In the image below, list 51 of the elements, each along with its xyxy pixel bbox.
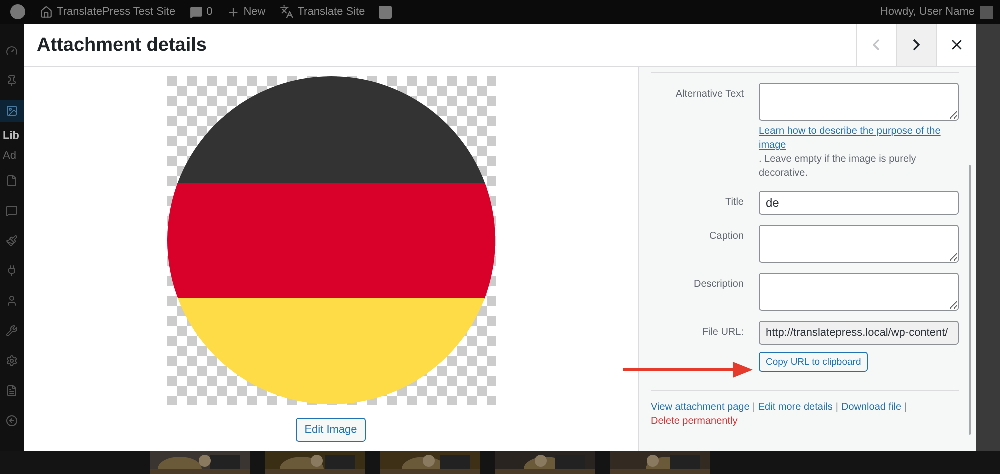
logo-icon[interactable] [10, 4, 26, 20]
text-area[interactable] [759, 273, 959, 311]
chevron-right-icon [913, 39, 920, 51]
plus-icon [226, 6, 240, 18]
action-link[interactable]: Edit more details [758, 401, 833, 415]
edit-image-button[interactable]: Edit Image [296, 418, 366, 442]
help-text: Learn how to describe the purpose of the image . Leave empty if the image is purely decorative. [759, 125, 959, 181]
brush-icon [6, 235, 18, 247]
field-label: Alternative Text [674, 88, 744, 102]
field-label: File URL: [701, 326, 744, 340]
collapse-icon [6, 415, 18, 427]
help-link[interactable]: Learn how to describe the purpose of the image [759, 125, 959, 153]
separator: | [904, 401, 908, 415]
admin-bar-link[interactable]: Translate Site [298, 6, 366, 18]
field-label: Title [724, 196, 744, 210]
copy-url-button[interactable]: Copy URL to clipboard [759, 352, 868, 372]
action-link[interactable]: Download file [841, 401, 902, 415]
menu-item[interactable]: Ad [0, 150, 16, 162]
chevron-left-icon [873, 39, 880, 51]
comment-icon [190, 6, 203, 18]
separator: | [752, 401, 756, 415]
delete-link[interactable]: Delete permanently [651, 415, 738, 429]
pin-icon [6, 75, 18, 87]
menu-item[interactable]: Lib [0, 130, 20, 142]
text-area[interactable] [759, 83, 959, 121]
document-icon [6, 385, 18, 397]
field-label: Caption [708, 230, 744, 244]
scrollbar[interactable] [969, 165, 971, 435]
admin-bar-link[interactable]: TranslatePress Test Site [57, 6, 176, 18]
plug-icon [6, 265, 18, 277]
translate-icon [280, 5, 294, 19]
dialog-title: Attachment details [36, 34, 208, 58]
wrench-icon [6, 325, 18, 337]
text-area[interactable] [759, 225, 959, 263]
user-icon [6, 295, 18, 307]
admin-bar-link[interactable]: New [244, 6, 266, 18]
home-icon [40, 6, 53, 18]
image-icon [6, 105, 18, 117]
avatar[interactable] [980, 6, 993, 18]
input-field[interactable]: de [759, 191, 959, 215]
sidebar-item[interactable] [0, 100, 24, 122]
gauge-icon [6, 45, 18, 57]
action-link[interactable]: View attachment page [651, 401, 750, 415]
comment-icon [6, 205, 18, 217]
page-icon [6, 175, 18, 187]
separator: | [836, 401, 838, 415]
field-label: Description [692, 278, 744, 292]
input-field[interactable]: http://translatepress.local/wp-content/ [759, 321, 959, 345]
greeting[interactable]: Howdy, User Name [880, 6, 975, 18]
settings-icon [6, 355, 18, 367]
admin-bar-link[interactable]: 0 [206, 6, 213, 18]
